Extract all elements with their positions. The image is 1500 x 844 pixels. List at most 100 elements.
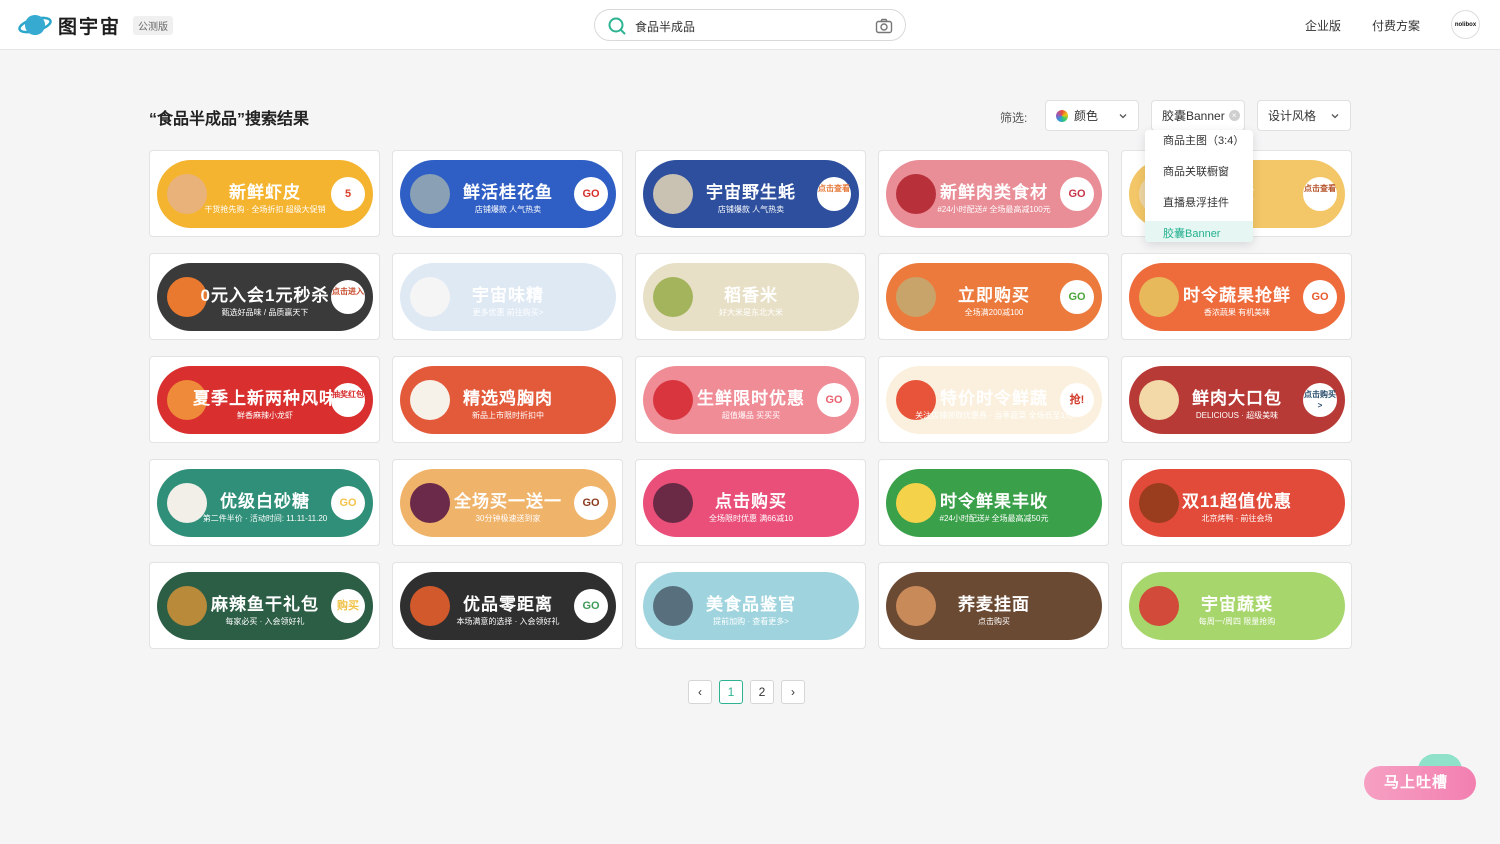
- clear-icon[interactable]: ×: [1228, 110, 1240, 121]
- color-filter-label: 颜色: [1074, 109, 1099, 123]
- dropdown-item-capsule-banner[interactable]: 胶囊Banner: [1145, 221, 1253, 242]
- prev-page-button[interactable]: ‹: [688, 680, 712, 704]
- banner-card[interactable]: 0元入会1元秒杀 甄选好品味 / 品质赢天下 点击进入: [149, 253, 380, 340]
- banner-image: 优级白砂糖 第二件半价 · 活动时间: 11.11-11.20 GO: [157, 469, 373, 537]
- dropdown-item-live-widget[interactable]: 直播悬浮挂件: [1145, 190, 1253, 216]
- banner-card[interactable]: 立即购买 全场满200减100 GO: [878, 253, 1109, 340]
- logo[interactable]: 图宇宙 公测版: [18, 10, 174, 40]
- banner-title: 时令鲜果丰收: [940, 492, 1048, 511]
- banner-cta: 购买: [331, 589, 365, 623]
- banner-subtitle: #24小时配送# 全场最高减50元: [939, 514, 1049, 523]
- banner-image: 立即购买 全场满200减100 GO: [886, 263, 1102, 331]
- banner-cta: 抽奖红包: [331, 383, 365, 417]
- banner-card[interactable]: 精选鸡胸肉 新品上市限时折扣中: [392, 356, 623, 443]
- banner-cta: GO: [1060, 177, 1094, 211]
- search-input[interactable]: [635, 16, 855, 36]
- nav-pricing[interactable]: 付费方案: [1372, 17, 1420, 34]
- banner-image: 时令蔬果抢鲜 香浓蔬果 有机美味 GO: [1129, 263, 1345, 331]
- banner-cta: 点击进入: [331, 280, 365, 314]
- banner-image: 鲜肉大口包 DELICIOUS · 超级美味 点击购买>: [1129, 366, 1345, 434]
- banner-image: 稻香米 好大米是东北大米: [643, 263, 859, 331]
- chevron-down-icon: [1119, 114, 1127, 119]
- banner-image: 荞麦挂面 点击购买: [886, 572, 1102, 640]
- banner-card[interactable]: 宇宙味精更多优惠 前往购买>: [392, 253, 623, 340]
- banner-cta: 抢!: [1060, 383, 1094, 417]
- banner-image: 0元入会1元秒杀 甄选好品味 / 品质赢天下 点击进入: [157, 263, 373, 331]
- banner-image: 点击购买全场限时优惠 满66减10: [643, 469, 859, 537]
- banner-subtitle: 更多优惠 前往购买>: [472, 308, 544, 317]
- banner-card[interactable]: 荞麦挂面 点击购买: [878, 562, 1109, 649]
- banner-cta: GO: [574, 486, 608, 520]
- banner-title: 精选鸡胸肉: [463, 389, 553, 408]
- banner-card[interactable]: 宇宙野生蚝 店铺爆款 人气热卖 点击查看: [635, 150, 866, 237]
- style-filter[interactable]: 设计风格: [1257, 100, 1351, 131]
- camera-icon[interactable]: [875, 17, 893, 35]
- banner-title: 宇宙味精: [472, 286, 544, 305]
- banner-cta: GO: [1060, 280, 1094, 314]
- banner-card[interactable]: 麻辣鱼干礼包 每家必买 · 入会领好礼 购买: [149, 562, 380, 649]
- color-filter[interactable]: 颜色: [1045, 100, 1139, 131]
- banner-subtitle: 全场限时优惠 满66减10: [708, 514, 794, 523]
- dropdown-item-related-window[interactable]: 商品关联橱窗: [1145, 159, 1253, 185]
- avatar[interactable]: nolibox: [1451, 10, 1480, 39]
- banner-subtitle: 提前加购 · 查看更多>: [713, 617, 789, 626]
- banner-title: 荞麦挂面: [958, 595, 1030, 614]
- banner-card[interactable]: 时令鲜果丰收 #24小时配送# 全场最高减50元: [878, 459, 1109, 546]
- banner-cta: 点击查看: [1303, 177, 1337, 211]
- next-page-button[interactable]: ›: [781, 680, 805, 704]
- banner-card[interactable]: 时令蔬果抢鲜 香浓蔬果 有机美味 GO: [1121, 253, 1352, 340]
- type-filter[interactable]: 胶囊Banner ×: [1151, 100, 1245, 131]
- banner-card[interactable]: 新鲜虾皮 干货抢先购 · 全场折扣 超级大促销 5: [149, 150, 380, 237]
- banner-cta: GO: [331, 486, 365, 520]
- page-2-button[interactable]: 2: [750, 680, 774, 704]
- banner-card[interactable]: 生鲜限时优惠 超值爆品 买买买 GO: [635, 356, 866, 443]
- chevron-down-icon: [1331, 114, 1339, 119]
- planet-logo-icon: [18, 15, 52, 35]
- banner-card[interactable]: 点击购买全场限时优惠 满66减10: [635, 459, 866, 546]
- banner-title: 点击购买: [715, 492, 787, 511]
- banner-image: 特价时令鲜蔬 关注店铺领取优惠券 · 当季蔬菜 全场低至1元 抢!: [886, 366, 1102, 434]
- banner-image: 双11超值优惠 北京烤鸭 · 前往会场: [1129, 469, 1345, 537]
- banner-subtitle: 点击购买: [978, 617, 1010, 626]
- banner-card[interactable]: 夏季上新两种风味 鲜香麻辣小龙虾 抽奖红包: [149, 356, 380, 443]
- page-title: “食品半成品”搜索结果: [149, 111, 310, 128]
- banner-cta: GO: [1303, 280, 1337, 314]
- nav-enterprise[interactable]: 企业版: [1305, 17, 1341, 34]
- banner-image: 时令鲜果丰收 #24小时配送# 全场最高减50元: [886, 469, 1102, 537]
- banner-card[interactable]: 新鲜肉类食材 #24小时配送# 全场最高减100元 GO: [878, 150, 1109, 237]
- banner-title: 双11超值优惠: [1182, 492, 1292, 511]
- banner-image: 夏季上新两种风味 鲜香麻辣小龙虾 抽奖红包: [157, 366, 373, 434]
- banner-card[interactable]: 优级白砂糖 第二件半价 · 活动时间: 11.11-11.20 GO: [149, 459, 380, 546]
- banner-image: 新鲜肉类食材 #24小时配送# 全场最高减100元 GO: [886, 160, 1102, 228]
- style-filter-label: 设计风格: [1268, 109, 1317, 123]
- banner-image: 麻辣鱼干礼包 每家必买 · 入会领好礼 购买: [157, 572, 373, 640]
- page-1-button[interactable]: 1: [719, 680, 743, 704]
- search-bar[interactable]: [594, 9, 906, 41]
- banner-image: 生鲜限时优惠 超值爆品 买买买 GO: [643, 366, 859, 434]
- dropdown-item-product-main[interactable]: 商品主图（3:4）: [1145, 130, 1253, 154]
- banner-card[interactable]: 鲜活桂花鱼 店铺爆款 人气热卖 GO: [392, 150, 623, 237]
- banner-cta: GO: [817, 383, 851, 417]
- banner-card[interactable]: 美食品鉴官提前加购 · 查看更多>: [635, 562, 866, 649]
- banner-card[interactable]: 稻香米 好大米是东北大米: [635, 253, 866, 340]
- banner-card[interactable]: 宇宙蔬菜每周一/周四 限量抢购: [1121, 562, 1352, 649]
- banner-title: 美食品鉴官: [706, 595, 796, 614]
- banner-card[interactable]: 双11超值优惠 北京烤鸭 · 前往会场: [1121, 459, 1352, 546]
- filter-label: 筛选:: [1000, 111, 1028, 125]
- beta-badge: 公测版: [133, 15, 174, 35]
- banner-card[interactable]: 特价时令鲜蔬 关注店铺领取优惠券 · 当季蔬菜 全场低至1元 抢!: [878, 356, 1109, 443]
- type-dropdown-menu: 商品主图（3:4） 商品关联橱窗 直播悬浮挂件 胶囊Banner: [1145, 130, 1253, 242]
- banner-card[interactable]: 全场买一送一 30分钟极速送到家 GO: [392, 459, 623, 546]
- banner-cta: GO: [574, 177, 608, 211]
- search-icon[interactable]: [607, 16, 627, 36]
- feedback-button[interactable]: 马上吐槽: [1364, 766, 1476, 800]
- banner-card[interactable]: 优品零距离 本场满意的选择 · 入会领好礼 GO: [392, 562, 623, 649]
- banner-cta: GO: [574, 589, 608, 623]
- banner-title: 稻香米: [724, 286, 778, 305]
- banner-card[interactable]: 鲜肉大口包 DELICIOUS · 超级美味 点击购买>: [1121, 356, 1352, 443]
- banner-cta: 点击查看: [817, 177, 851, 211]
- banner-image: 美食品鉴官提前加购 · 查看更多>: [643, 572, 859, 640]
- banner-subtitle: 每周一/周四 限量抢购: [1198, 617, 1276, 626]
- banner-title: 宇宙蔬菜: [1201, 595, 1273, 614]
- banner-cta: 5: [331, 177, 365, 211]
